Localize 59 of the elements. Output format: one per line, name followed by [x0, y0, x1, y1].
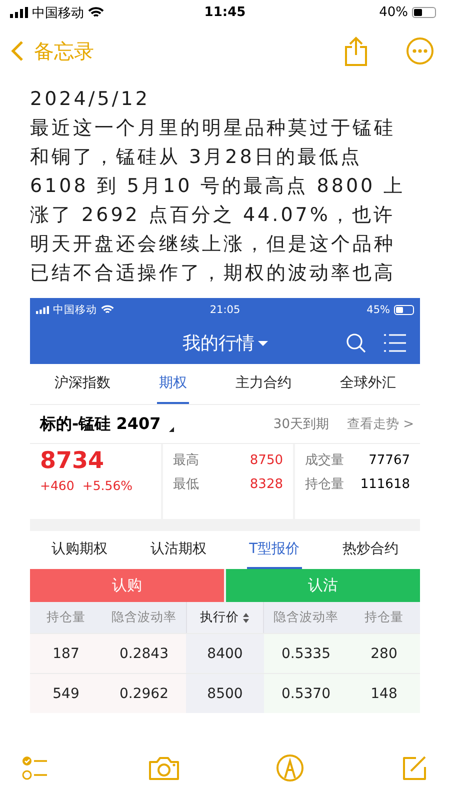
last-price: 8734	[40, 448, 106, 474]
table-cell: 0.5335	[264, 634, 348, 673]
market-tab[interactable]: 主力合约	[233, 364, 294, 404]
note-date: 2024/5/12	[30, 87, 151, 112]
table-cell: 148	[348, 674, 420, 713]
table-cell: 0.5370	[264, 674, 348, 713]
battery-icon	[412, 7, 436, 18]
table-cell: 187	[30, 634, 102, 673]
battery-icon	[394, 305, 414, 315]
stat-value: 8750	[250, 452, 283, 470]
battery-percent: 45%	[366, 304, 390, 316]
more-icon[interactable]	[406, 37, 434, 65]
carrier-name: 中国移动	[32, 4, 84, 22]
trend-link[interactable]: 查看走势 >	[346, 415, 414, 433]
stat-value: 8328	[250, 476, 283, 494]
put-header: 认沽	[226, 569, 420, 602]
pen-icon[interactable]	[276, 754, 304, 782]
sort-icon	[242, 612, 250, 624]
wifi-icon	[88, 6, 104, 18]
carrier-name: 中国移动	[53, 303, 97, 317]
column-header[interactable]: 执行价	[186, 602, 264, 633]
stat-label: 最高	[173, 452, 199, 470]
option-tab[interactable]: 认沽期权	[148, 531, 208, 569]
note-body: 最近这一个月里的明星品种莫过于锰硅和铜了，锰硅从 3月28日的最低点 6108 到 5月10 号的最高点 8800 上涨了 2692 点百分之 44.07%，也许明天开盘还会继续上涨，但是这个品种已结不合适操作了，期权的波动率也高	[30, 116, 406, 286]
stat-label: 最低	[173, 476, 199, 494]
change-percent: +5.56%	[82, 478, 133, 493]
compose-icon[interactable]	[400, 754, 428, 782]
stat-label: 持仓量	[305, 476, 344, 494]
column-header: 隐含波动率	[272, 608, 340, 626]
stat-value: 111618	[360, 476, 410, 494]
call-header: 认购	[30, 569, 224, 602]
battery-percent: 40%	[379, 5, 408, 20]
table-cell: 280	[348, 634, 420, 673]
column-header: 持仓量	[364, 608, 404, 626]
table-cell: 0.2843	[102, 634, 186, 673]
option-tab[interactable]: 认购期权	[49, 531, 110, 569]
option-tab[interactable]: 热炒合约	[340, 531, 401, 569]
search-icon[interactable]	[346, 333, 366, 353]
stat-value: 77767	[368, 452, 410, 470]
table-cell: 0.2962	[102, 674, 186, 713]
share-icon[interactable]	[344, 36, 368, 66]
signal-icon	[36, 306, 49, 314]
stat-label: 成交量	[305, 452, 344, 470]
screen-title[interactable]: 我的行情	[182, 331, 268, 355]
table-cell: 549	[30, 674, 102, 713]
wifi-icon	[101, 305, 114, 315]
signal-icon	[10, 7, 28, 18]
market-tab[interactable]: 全球外汇	[338, 364, 398, 404]
chevron-icon	[10, 40, 24, 62]
column-header: 持仓量	[46, 608, 86, 626]
market-tab[interactable]: 沪深指数	[52, 364, 112, 404]
expiry-text: 30天到期	[273, 416, 329, 433]
underlying-name[interactable]: 标的-锰硅 2407	[40, 414, 161, 434]
status-time: 21:05	[210, 304, 240, 316]
price-change: +460	[40, 478, 74, 493]
status-time: 11:45	[204, 5, 246, 20]
column-header: 隐含波动率	[110, 608, 178, 626]
camera-icon[interactable]	[148, 755, 180, 781]
menu-icon[interactable]	[384, 334, 406, 352]
